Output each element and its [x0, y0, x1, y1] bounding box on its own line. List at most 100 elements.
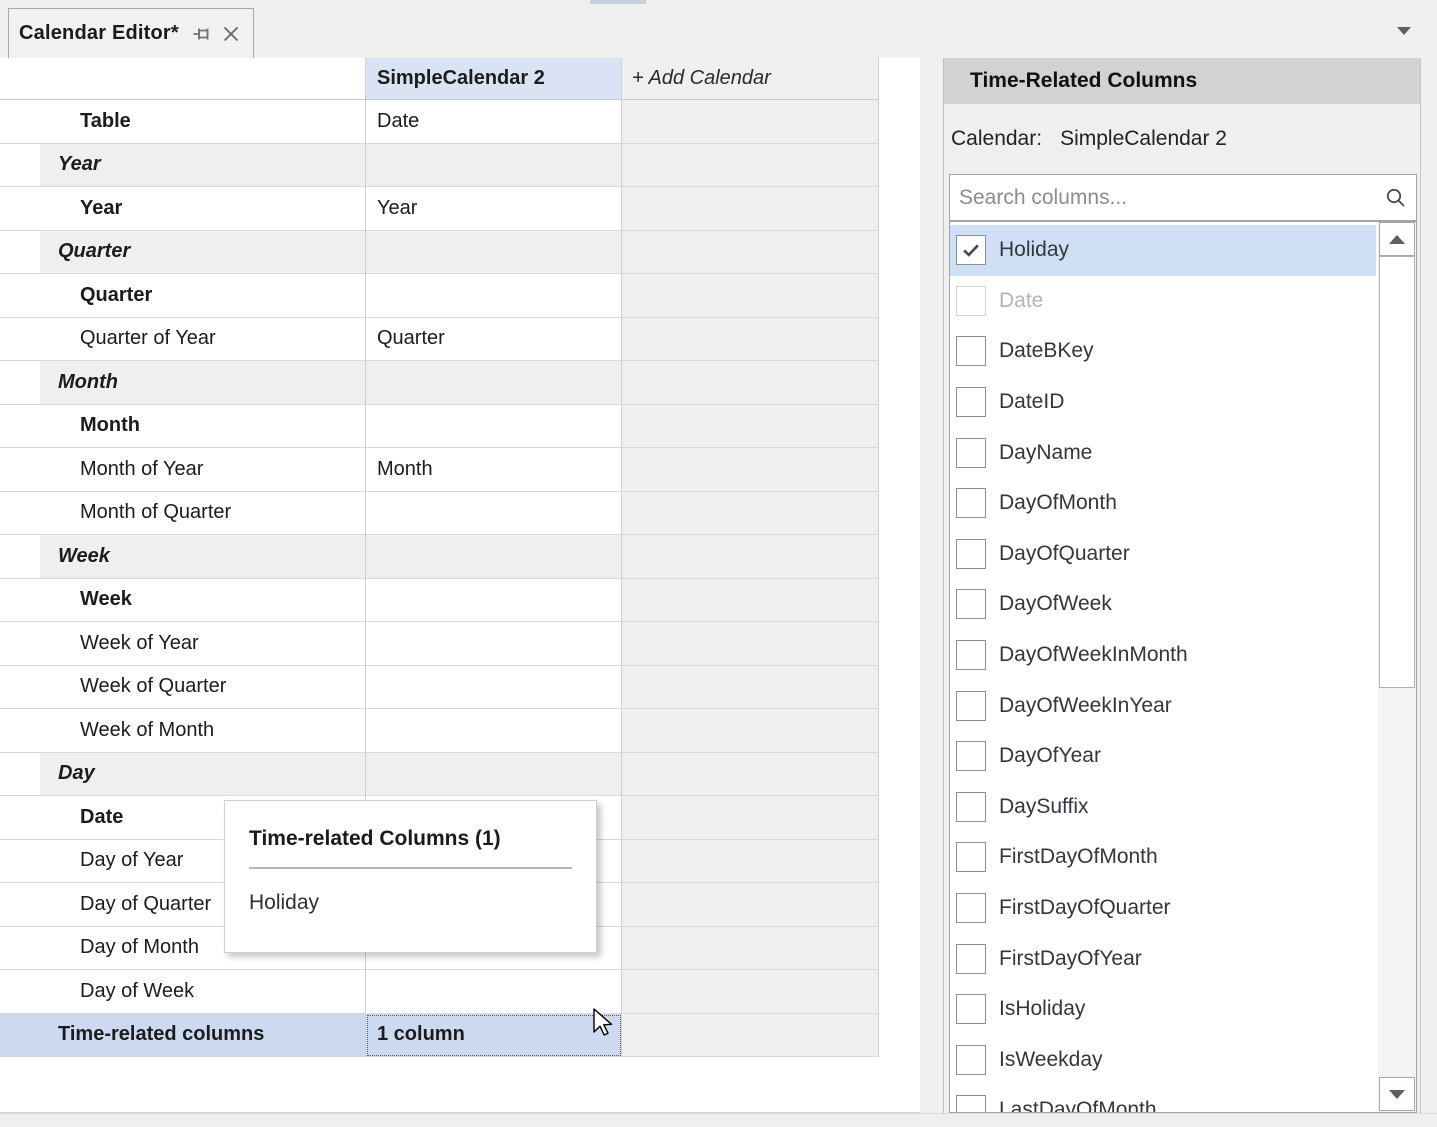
table-row[interactable]: Time-related columns1 column [0, 1014, 879, 1058]
search-box[interactable] [949, 174, 1417, 221]
row-add-cell[interactable] [622, 709, 879, 753]
calendar-column-header[interactable]: SimpleCalendar 2 [366, 58, 622, 100]
row-label-cell[interactable]: Quarter [0, 274, 366, 318]
row-value-cell[interactable] [366, 666, 622, 710]
row-add-cell[interactable] [622, 405, 879, 449]
row-add-cell[interactable] [622, 492, 879, 536]
row-value-cell[interactable]: Year [366, 187, 622, 231]
table-row[interactable]: Quarter [0, 274, 879, 318]
row-add-cell[interactable] [622, 883, 879, 927]
row-label-cell[interactable]: Quarter of Year [0, 318, 366, 362]
row-add-cell[interactable] [622, 448, 879, 492]
checkbox-icon[interactable] [956, 1045, 986, 1075]
row-label-cell[interactable]: Time-related columns [0, 1014, 366, 1058]
row-label-cell[interactable]: Year [0, 187, 366, 231]
row-label-cell[interactable]: Quarter [0, 231, 366, 275]
row-label-cell[interactable]: Month of Quarter [0, 492, 366, 536]
row-add-cell[interactable] [622, 535, 879, 579]
checkbox-icon[interactable] [956, 893, 986, 923]
column-checkbox-item[interactable]: DateBKey [950, 326, 1376, 377]
row-label-cell[interactable]: Table [0, 100, 366, 144]
row-value-cell[interactable] [366, 622, 622, 666]
checkbox-icon[interactable] [956, 691, 986, 721]
column-checkbox-item[interactable]: LastDayOfMonth [950, 1085, 1376, 1113]
table-row[interactable]: Month [0, 405, 879, 449]
row-add-cell[interactable] [622, 144, 879, 188]
table-row[interactable]: Quarter [0, 231, 879, 275]
column-checkbox-item[interactable]: DayOfYear [950, 731, 1376, 782]
column-checkbox-item[interactable]: DaySuffix [950, 782, 1376, 833]
table-row[interactable]: Month of Quarter [0, 492, 879, 536]
row-label-cell[interactable]: Month of Year [0, 448, 366, 492]
table-row[interactable]: Week of Quarter [0, 666, 879, 710]
table-row[interactable]: Week of Month [0, 709, 879, 753]
table-row[interactable]: Week [0, 579, 879, 623]
checkbox-icon[interactable] [956, 387, 986, 417]
scroll-down-button[interactable] [1379, 1077, 1415, 1111]
checkbox-icon[interactable] [956, 488, 986, 518]
table-row[interactable]: Day [0, 753, 879, 797]
row-add-cell[interactable] [622, 231, 879, 275]
checkbox-icon[interactable] [956, 336, 986, 366]
checkbox-icon[interactable] [956, 286, 986, 316]
checkbox-icon[interactable] [956, 842, 986, 872]
row-value-cell[interactable] [366, 274, 622, 318]
row-add-cell[interactable] [622, 274, 879, 318]
table-row[interactable]: Day of Week [0, 970, 879, 1014]
row-label-cell[interactable]: Day of Week [0, 970, 366, 1014]
row-label-cell[interactable]: Month [0, 361, 366, 405]
row-label-cell[interactable]: Week of Year [0, 622, 366, 666]
column-checkbox-item[interactable]: FirstDayOfYear [950, 933, 1376, 984]
row-add-cell[interactable] [622, 753, 879, 797]
checkbox-icon[interactable] [956, 589, 986, 619]
checkbox-icon[interactable] [956, 640, 986, 670]
pin-icon[interactable] [191, 23, 213, 45]
table-row[interactable]: Quarter of YearQuarter [0, 318, 879, 362]
column-checkbox-item[interactable]: Date [950, 276, 1376, 327]
column-checkbox-item[interactable]: Holiday [950, 225, 1376, 276]
row-value-cell[interactable] [366, 709, 622, 753]
table-row[interactable]: YearYear [0, 187, 879, 231]
table-row[interactable]: TableDate [0, 100, 879, 144]
scroll-up-button[interactable] [1379, 222, 1415, 256]
row-value-cell[interactable] [366, 144, 622, 188]
row-value-cell[interactable] [366, 970, 622, 1014]
row-label-cell[interactable]: Week [0, 579, 366, 623]
column-checkbox-item[interactable]: DateID [950, 377, 1376, 428]
list-scrollbar[interactable] [1378, 222, 1416, 1112]
tab-calendar-editor[interactable]: Calendar Editor* [8, 8, 254, 58]
checkbox-icon[interactable] [956, 1095, 986, 1113]
row-value-cell[interactable]: Month [366, 448, 622, 492]
checkbox-icon[interactable] [956, 944, 986, 974]
row-value-cell[interactable] [366, 753, 622, 797]
row-label-cell[interactable]: Day [0, 753, 366, 797]
row-add-cell[interactable] [622, 187, 879, 231]
row-label-cell[interactable]: Week [0, 535, 366, 579]
table-row[interactable]: Month of YearMonth [0, 448, 879, 492]
row-add-cell[interactable] [622, 840, 879, 884]
table-row[interactable]: Month [0, 361, 879, 405]
checkbox-icon[interactable] [956, 994, 986, 1024]
chevron-down-icon[interactable] [1397, 27, 1411, 35]
row-add-cell[interactable] [622, 361, 879, 405]
column-checkbox-item[interactable]: DayOfWeekInYear [950, 680, 1376, 731]
row-label-cell[interactable]: Year [0, 144, 366, 188]
row-add-cell[interactable] [622, 622, 879, 666]
row-value-cell[interactable]: Quarter [366, 318, 622, 362]
row-add-cell[interactable] [622, 579, 879, 623]
row-value-cell[interactable] [366, 361, 622, 405]
row-add-cell[interactable] [622, 100, 879, 144]
row-add-cell[interactable] [622, 318, 879, 362]
row-add-cell[interactable] [622, 796, 879, 840]
search-input[interactable] [950, 185, 1384, 211]
row-value-cell[interactable] [366, 579, 622, 623]
table-row[interactable]: Week [0, 535, 879, 579]
row-value-cell[interactable]: 1 column [366, 1014, 622, 1058]
row-label-cell[interactable]: Month [0, 405, 366, 449]
scrollbar-thumb[interactable] [1379, 256, 1415, 688]
column-checkbox-item[interactable]: DayOfMonth [950, 478, 1376, 529]
row-add-cell[interactable] [622, 666, 879, 710]
row-value-cell[interactable] [366, 405, 622, 449]
column-checkbox-item[interactable]: FirstDayOfMonth [950, 832, 1376, 883]
column-checkbox-item[interactable]: IsWeekday [950, 1035, 1376, 1086]
